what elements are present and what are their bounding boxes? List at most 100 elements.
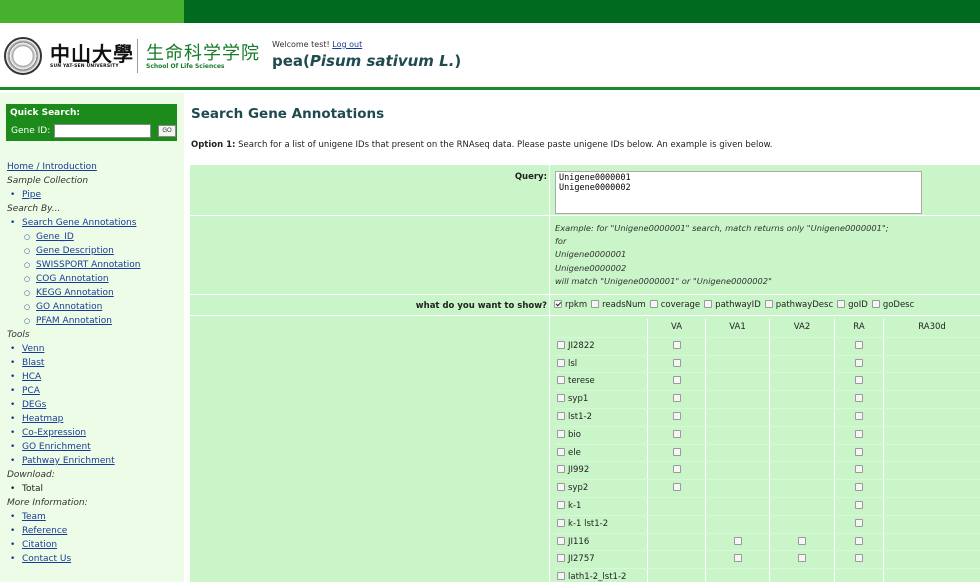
nav-heatmap[interactable]: Heatmap bbox=[22, 414, 63, 424]
sample-name-cell[interactable]: JI992 bbox=[557, 462, 589, 480]
checkbox-icon[interactable] bbox=[557, 394, 565, 403]
sample-name-cell[interactable]: JI2757 bbox=[557, 551, 595, 569]
checkbox-icon[interactable] bbox=[557, 465, 565, 474]
checkbox-icon[interactable] bbox=[557, 376, 565, 385]
sample-name-cell[interactable]: lath1-2_lst1-2 bbox=[557, 569, 626, 587]
query-textarea[interactable] bbox=[555, 171, 922, 214]
nav-venn[interactable]: Venn bbox=[22, 344, 44, 354]
checkbox-icon[interactable] bbox=[855, 500, 863, 509]
sample-name-cell[interactable]: JI116 bbox=[557, 534, 589, 552]
checkbox-icon[interactable] bbox=[855, 483, 863, 492]
sample-cell bbox=[705, 551, 769, 570]
checkbox-icon[interactable] bbox=[764, 300, 773, 308]
sample-name-cell[interactable]: JI2822 bbox=[557, 338, 595, 356]
checkbox-icon[interactable] bbox=[557, 536, 565, 545]
checkbox-icon[interactable] bbox=[704, 300, 713, 308]
nav-citation[interactable]: Citation bbox=[22, 540, 57, 550]
go-button[interactable]: GO bbox=[158, 125, 176, 137]
checkbox-icon[interactable] bbox=[672, 411, 681, 420]
checkbox-icon[interactable] bbox=[672, 394, 681, 403]
checkbox-icon[interactable] bbox=[855, 340, 863, 349]
nav-degs[interactable]: DEGs bbox=[22, 400, 46, 410]
checkbox-icon[interactable] bbox=[855, 376, 863, 385]
nav-pca[interactable]: PCA bbox=[22, 386, 40, 396]
nav-contact[interactable]: Contact Us bbox=[22, 554, 71, 564]
nav-swissport[interactable]: SWISSPORT Annotation bbox=[36, 260, 141, 270]
show-option-2[interactable]: coverage bbox=[649, 300, 700, 310]
sample-name-cell[interactable]: k-1 lst1-2 bbox=[557, 516, 608, 534]
show-option-1[interactable]: readsNum bbox=[591, 300, 646, 310]
bullet-icon: • bbox=[10, 512, 16, 522]
nav-reference[interactable]: Reference bbox=[22, 526, 67, 536]
checkbox-icon[interactable] bbox=[798, 554, 806, 563]
checkbox-icon[interactable] bbox=[871, 300, 880, 308]
checkbox-icon[interactable] bbox=[557, 483, 565, 492]
nav-team[interactable]: Team bbox=[22, 512, 46, 522]
checkbox-icon[interactable] bbox=[557, 572, 565, 581]
checkbox-icon[interactable] bbox=[557, 447, 565, 456]
nav-gene-id[interactable]: Gene_ID bbox=[36, 232, 74, 242]
show-option-label: rpkm bbox=[565, 300, 588, 310]
nav-kegg[interactable]: KEGG Annotation bbox=[36, 288, 114, 298]
show-option-0[interactable]: rpkm bbox=[554, 300, 587, 310]
checkbox-icon[interactable] bbox=[557, 429, 565, 438]
checkbox-icon[interactable] bbox=[557, 340, 565, 349]
checkbox-icon[interactable] bbox=[855, 429, 863, 438]
show-option-4[interactable]: pathwayDesc bbox=[764, 300, 833, 310]
nav-pipe[interactable]: Pipe bbox=[22, 190, 41, 200]
nav-search-gene[interactable]: Search Gene Annotations bbox=[22, 218, 136, 228]
checkbox-icon[interactable] bbox=[672, 429, 681, 438]
checkbox-icon[interactable] bbox=[855, 358, 863, 367]
checkbox-icon[interactable] bbox=[672, 483, 681, 492]
show-option-6[interactable]: goDesc bbox=[871, 300, 914, 310]
sample-name-cell[interactable]: lsl bbox=[557, 356, 577, 374]
checkbox-icon[interactable] bbox=[855, 465, 863, 474]
gene-id-input[interactable] bbox=[54, 124, 151, 138]
sample-name-cell[interactable]: ele bbox=[557, 445, 581, 463]
checkbox-icon[interactable] bbox=[672, 376, 681, 385]
checkbox-icon[interactable] bbox=[733, 554, 742, 563]
checkbox-icon[interactable] bbox=[554, 300, 562, 308]
checkbox-icon[interactable] bbox=[798, 536, 806, 545]
checkbox-icon[interactable] bbox=[591, 300, 600, 308]
sample-name-cell[interactable]: bio bbox=[557, 427, 581, 445]
checkbox-icon[interactable] bbox=[557, 500, 565, 509]
checkbox-icon[interactable] bbox=[855, 411, 863, 420]
nav-pfam[interactable]: PFAM Annotation bbox=[36, 316, 112, 326]
checkbox-icon[interactable] bbox=[557, 518, 565, 527]
checkbox-icon[interactable] bbox=[855, 536, 863, 545]
checkbox-icon[interactable] bbox=[837, 300, 846, 308]
sample-name-cell[interactable]: syp2 bbox=[557, 480, 588, 498]
checkbox-icon[interactable] bbox=[855, 518, 863, 527]
nav-blast[interactable]: Blast bbox=[22, 358, 44, 368]
checkbox-icon[interactable] bbox=[855, 394, 863, 403]
show-option-3[interactable]: pathwayID bbox=[704, 300, 761, 310]
checkbox-icon[interactable] bbox=[649, 300, 658, 308]
checkbox-icon[interactable] bbox=[733, 536, 742, 545]
sample-name-cell[interactable]: k-1 bbox=[557, 498, 581, 516]
checkbox-icon[interactable] bbox=[557, 554, 565, 563]
nav-home[interactable]: Home / Introduction bbox=[7, 162, 97, 172]
checkbox-icon[interactable] bbox=[557, 358, 565, 367]
sample-name-cell[interactable]: lst1-2 bbox=[557, 409, 592, 427]
nav-go[interactable]: GO Annotation bbox=[36, 302, 102, 312]
sample-name-cell[interactable]: terese bbox=[557, 373, 595, 391]
sample-name-cell[interactable]: syp1 bbox=[557, 391, 588, 409]
nav-hca[interactable]: HCA bbox=[22, 372, 41, 382]
checkbox-icon[interactable] bbox=[855, 554, 863, 563]
checkbox-icon[interactable] bbox=[672, 447, 681, 456]
nav-gene-desc[interactable]: Gene Description bbox=[36, 246, 114, 256]
logout-link[interactable]: Log out bbox=[332, 40, 362, 49]
sample-cell bbox=[769, 533, 834, 552]
nav-coexpression[interactable]: Co-Expression bbox=[22, 428, 86, 438]
nav-cog[interactable]: COG Annotation bbox=[36, 274, 109, 284]
nav-pathway-enrichment[interactable]: Pathway Enrichment bbox=[22, 456, 115, 466]
checkbox-icon[interactable] bbox=[672, 465, 681, 474]
sample-cell bbox=[705, 408, 769, 427]
checkbox-icon[interactable] bbox=[855, 447, 863, 456]
nav-go-enrichment[interactable]: GO Enrichment bbox=[22, 442, 91, 452]
checkbox-icon[interactable] bbox=[672, 358, 681, 367]
show-option-5[interactable]: goID bbox=[837, 300, 868, 310]
checkbox-icon[interactable] bbox=[557, 411, 565, 420]
checkbox-icon[interactable] bbox=[672, 340, 681, 349]
